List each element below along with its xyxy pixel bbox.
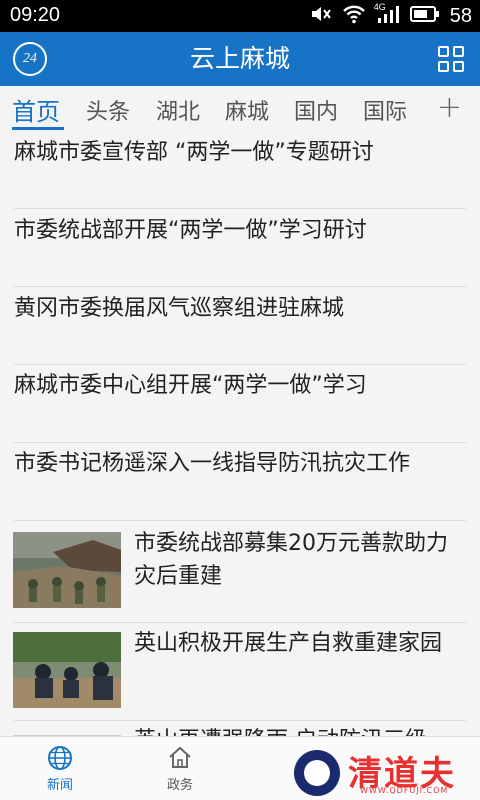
news-thumbnail[interactable] <box>13 632 121 708</box>
nav-news[interactable]: 新闻 <box>30 745 90 793</box>
divider <box>14 364 466 365</box>
channel-tabs: 首页 头条 湖北 麻城 国内 国际 + <box>0 86 480 130</box>
app-title: 云上麻城 <box>189 44 290 73</box>
mute-icon <box>310 4 332 28</box>
nav-government[interactable]: 政务 <box>150 745 210 793</box>
nav-news-label: 新闻 <box>46 778 73 793</box>
tab-international[interactable]: 国际 <box>363 94 407 126</box>
grid-menu-icon[interactable] <box>438 46 464 72</box>
divider <box>14 442 466 443</box>
watermark-url: WWW.QDFUJI.COM <box>360 786 449 795</box>
signal-icon: 4G <box>373 2 400 28</box>
battery-icon <box>409 5 440 27</box>
divider <box>14 286 466 287</box>
home-icon <box>150 745 210 771</box>
list-item[interactable]: 黄冈市委换届风气巡察组进驻麻城 <box>14 294 466 324</box>
list-item[interactable]: 麻城市委宣传部 “两学一做”专题研讨 <box>14 138 466 168</box>
watermark-q-icon <box>294 750 340 796</box>
tab-domestic[interactable]: 国内 <box>294 94 338 126</box>
add-channel-button[interactable]: + <box>437 90 462 125</box>
network-type-label: 4G <box>373 2 386 12</box>
news-thumbnail[interactable] <box>13 532 121 608</box>
wifi-icon <box>342 4 366 28</box>
tab-hubei[interactable]: 湖北 <box>156 94 200 126</box>
list-item[interactable]: 麻城市委中心组开展“两学一做”学习 <box>14 371 466 401</box>
list-item[interactable]: 市委统战部募集20万元善款助力灾后重建 <box>134 527 454 593</box>
tab-home[interactable]: 首页 <box>12 92 60 127</box>
tab-macheng[interactable]: 麻城 <box>225 94 269 126</box>
list-item[interactable]: 英山再遭强降雨 启动防汛三级 <box>134 724 454 736</box>
battery-percent: 58 <box>449 4 472 27</box>
divider <box>14 622 466 623</box>
list-item[interactable]: 市委统战部开展“两学一做”学习研讨 <box>14 216 466 246</box>
tab-headlines[interactable]: 头条 <box>86 94 130 126</box>
list-item[interactable]: 市委书记杨遥深入一线指导防汛抗灾工作 <box>14 449 466 479</box>
divider <box>14 208 466 209</box>
divider <box>14 520 466 521</box>
watermark-logo: 清道夫 WWW.QDFUJI.COM <box>294 746 474 796</box>
nav-government-label: 政务 <box>166 778 193 793</box>
app-header: 24 云上麻城 <box>0 32 480 86</box>
globe-icon <box>30 745 90 771</box>
list-item[interactable]: 英山积极开展生产自救重建家园 <box>134 627 454 660</box>
active-tab-indicator <box>12 127 64 130</box>
status-time: 09:20 <box>10 4 61 26</box>
divider <box>14 720 466 721</box>
status-bar: 09:20 4G 58 <box>0 0 480 32</box>
